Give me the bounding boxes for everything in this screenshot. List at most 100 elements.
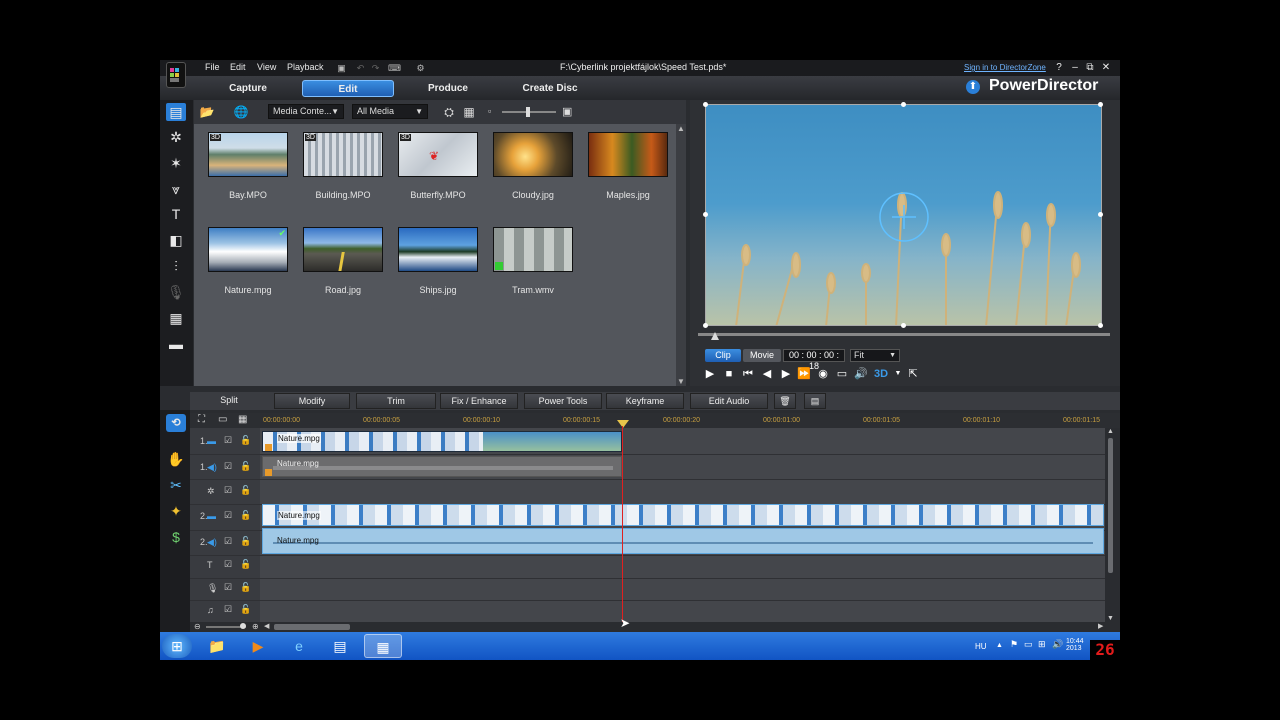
previous-frame-icon[interactable]: ⏮ <box>741 367 755 381</box>
timecode-display[interactable]: 00 : 00 : 00 : 18 <box>783 349 845 371</box>
step-back-icon[interactable]: ◀ <box>760 367 774 381</box>
add-track-icon[interactable]: ▦ <box>238 414 247 425</box>
zoom-out-icon[interactable]: ⊖ <box>194 622 201 631</box>
particle-room-icon[interactable]: ⩔ <box>166 180 186 198</box>
track-lock-icon[interactable]: 🔓 <box>240 582 251 593</box>
resize-handle[interactable] <box>703 102 708 107</box>
start-button[interactable]: ⊞ <box>162 634 192 658</box>
modify-button[interactable]: Modify <box>274 393 350 409</box>
speaker-icon[interactable]: 🔊 <box>1052 639 1063 650</box>
keyframe-button[interactable]: Keyframe <box>606 393 684 409</box>
grid-view-icon[interactable]: ▦ <box>460 104 478 120</box>
restore-button[interactable]: ⧉ <box>1083 62 1097 73</box>
track-enable-checkbox[interactable]: ☑ <box>224 604 232 615</box>
storyboard-toggle-icon[interactable]: ⟲ <box>166 414 186 432</box>
track-lock-icon[interactable]: 🔓 <box>240 435 251 446</box>
menu-playback[interactable]: Playback <box>287 62 324 72</box>
tray-clock[interactable]: 10:44 2013 <box>1066 638 1084 652</box>
zoom-in-icon[interactable]: ⊕ <box>252 622 259 631</box>
magic-wand-icon[interactable]: ✦ <box>166 502 186 520</box>
transition-room-icon[interactable]: ◧ <box>166 231 186 249</box>
media-thumbnail[interactable] <box>588 132 668 177</box>
fast-forward-icon[interactable]: ⏩ <box>797 367 811 381</box>
scroll-thumb[interactable] <box>274 624 350 630</box>
preview-seek-bar[interactable] <box>698 333 1110 336</box>
track-enable-checkbox[interactable]: ☑ <box>224 485 232 496</box>
tab-create-disc[interactable]: Create Disc <box>510 80 590 97</box>
track-lock-icon[interactable]: 🔓 <box>240 536 251 547</box>
track-enable-checkbox[interactable]: ☑ <box>224 510 232 521</box>
track-lock-icon[interactable]: 🔓 <box>240 604 251 615</box>
track-enable-checkbox[interactable]: ☑ <box>224 461 232 472</box>
magic-movie-icon[interactable]: $ <box>166 528 186 546</box>
track-enable-checkbox[interactable]: ☑ <box>224 559 232 570</box>
directorzone-download-icon[interactable]: 🌐 <box>232 104 250 120</box>
network-icon[interactable]: ⊞ <box>1038 639 1046 650</box>
media-thumbnail[interactable] <box>398 227 478 272</box>
audio-mixing-icon[interactable]: ⫶ <box>166 257 186 275</box>
track-enable-checkbox[interactable]: ☑ <box>224 536 232 547</box>
scroll-left-icon[interactable]: ◀ <box>264 622 269 630</box>
media-thumbnail[interactable] <box>303 227 383 272</box>
scroll-right-icon[interactable]: ▶ <box>1098 622 1103 630</box>
action-center-icon[interactable]: ⚑ <box>1010 639 1018 650</box>
3d-mode-icon[interactable]: 3D <box>874 367 888 381</box>
resize-handle[interactable] <box>1098 323 1103 328</box>
tray-expand-icon[interactable]: ▲ <box>996 642 1003 649</box>
seek-knob[interactable] <box>711 332 719 340</box>
track-enable-checkbox[interactable]: ☑ <box>224 435 232 446</box>
internet-explorer-taskbar-icon[interactable]: e <box>280 634 318 658</box>
scroll-thumb[interactable] <box>1108 438 1113 573</box>
minimize-button[interactable]: – <box>1068 62 1082 73</box>
all-media-dropdown[interactable]: All Media ▼ <box>352 104 428 119</box>
media-thumbnail[interactable]: 3D <box>303 132 383 177</box>
tray-language[interactable]: HU <box>975 642 987 651</box>
media-content-dropdown[interactable]: Media Conte... ▼ <box>268 104 344 119</box>
scroll-down-icon[interactable]: ▼ <box>677 377 685 386</box>
video-clip[interactable]: Nature.mpg <box>262 431 622 452</box>
resize-handle[interactable] <box>901 102 906 107</box>
delete-trash-icon[interactable]: 🗑 <box>774 393 796 409</box>
resize-handle[interactable] <box>901 323 906 328</box>
media-thumbnail[interactable]: ✔ <box>208 227 288 272</box>
tab-capture[interactable]: Capture <box>212 80 284 97</box>
keyboard-icon[interactable]: ⌨ <box>388 63 401 73</box>
scissors-icon[interactable]: ✂ <box>166 476 186 494</box>
tab-edit[interactable]: Edit <box>302 80 394 97</box>
signin-link[interactable]: Sign in to DirectorZone <box>964 63 1046 72</box>
undo-icon[interactable]: ↶ <box>355 63 366 73</box>
edit-audio-button[interactable]: Edit Audio <box>690 393 768 409</box>
voiceover-icon[interactable]: 🎙 <box>166 283 186 301</box>
media-thumbnail[interactable] <box>493 227 573 272</box>
trim-button[interactable]: Trim <box>356 393 436 409</box>
powerdirector-taskbar-icon[interactable]: ▦ <box>364 634 402 658</box>
track-manager-icon[interactable]: ⛶ <box>198 414 205 425</box>
upgrade-arrow-icon[interactable]: ⬆ <box>966 80 980 94</box>
power-tools-button[interactable]: Power Tools <box>524 393 602 409</box>
track-lock-icon[interactable]: 🔓 <box>240 485 251 496</box>
playhead-line[interactable] <box>622 426 623 626</box>
more-features-icon[interactable]: ▤ <box>804 393 826 409</box>
timeline-ruler[interactable]: 00:00:00:00 00:00:00:05 00:00:00:10 00:0… <box>260 413 1120 428</box>
audio-clip[interactable]: Nature.mpg <box>262 456 622 477</box>
chevron-down-icon[interactable]: ▼ <box>891 367 905 381</box>
fit-timeline-icon[interactable]: ▭ <box>218 414 227 425</box>
movie-mode-button[interactable]: Movie <box>743 349 781 362</box>
media-player-taskbar-icon[interactable]: ▶ <box>239 634 277 658</box>
save-icon[interactable]: ▣ <box>336 63 347 73</box>
media-thumbnail[interactable]: 3D <box>208 132 288 177</box>
subtitle-room-icon[interactable]: ▬ <box>166 335 186 353</box>
menu-file[interactable]: File <box>205 62 220 72</box>
zoom-slider-knob[interactable] <box>240 623 246 629</box>
audio-clip[interactable]: Nature.mpg <box>262 528 1104 554</box>
scroll-up-icon[interactable]: ▲ <box>677 124 685 133</box>
scroll-down-icon[interactable]: ▼ <box>1107 615 1114 622</box>
playhead-marker[interactable] <box>617 420 629 428</box>
snapshot-camera-icon[interactable]: ◉ <box>816 367 830 381</box>
settings-gear-icon[interactable]: ⚙ <box>415 63 426 73</box>
preview-video-frame[interactable] <box>705 104 1102 326</box>
effect-room-icon[interactable]: ✲ <box>166 128 186 146</box>
resize-handle[interactable] <box>703 323 708 328</box>
fix-enhance-button[interactable]: Fix / Enhance <box>440 393 518 409</box>
menu-view[interactable]: View <box>257 62 276 72</box>
